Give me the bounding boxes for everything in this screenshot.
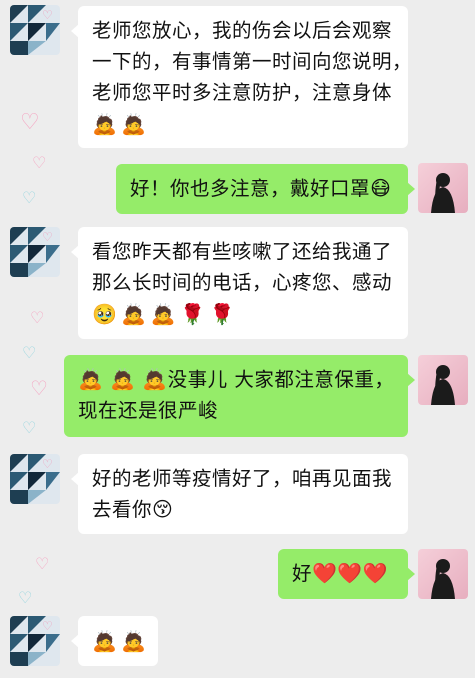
message-bubble-incoming[interactable]: 老师您放心，我的伤会以后会观察 一下的，有事情第一时间向您说明， 老师您平时多注… — [71, 6, 413, 148]
bowing-emoji: 🙇 — [142, 367, 168, 391]
heart-decoration: ♡ — [35, 554, 50, 573]
teacher-avatar[interactable]: ♡ — [10, 5, 60, 55]
heart-decoration: ♡ — [30, 376, 48, 400]
bowing-emoji: 🙇 — [121, 111, 147, 136]
message-text: 那么长时间的电话，心疼您、感动 — [92, 271, 393, 294]
my-avatar[interactable] — [418, 549, 468, 599]
heart-decoration: ♡ — [20, 110, 40, 135]
rose-emoji: 🌹 — [209, 301, 236, 326]
bowing-emoji: 🙇 — [110, 367, 136, 391]
heart-decoration: ♡ — [18, 588, 33, 607]
pleading-face-emoji: 🥹 — [92, 301, 118, 326]
svg-text:♡: ♡ — [42, 619, 53, 633]
teacher-avatar[interactable]: ♡ — [10, 616, 60, 666]
heart-decoration: ♡ — [22, 418, 37, 437]
message-bubble-incoming[interactable]: 看您昨天都有些咳嗽了还给我通了 那么长时间的电话，心疼您、感动 🥹 🙇 🙇 🌹 … — [71, 227, 408, 339]
teacher-avatar[interactable]: ♡ — [10, 454, 60, 504]
teacher-avatar-image: ♡ — [10, 227, 60, 277]
message-line: 好！你也多注意，戴好口罩😷 — [130, 173, 394, 204]
message-bubble-outgoing[interactable]: 好❤️❤️❤️ — [278, 549, 415, 599]
bowing-emoji: 🙇 — [92, 628, 118, 653]
message-text: 一下的，有事情第一时间向您说明， — [92, 50, 413, 73]
heart-decoration: ♡ — [22, 188, 37, 207]
svg-text:♡: ♡ — [42, 230, 53, 244]
message-line: 去看你😚 — [92, 494, 394, 525]
my-avatar[interactable] — [418, 163, 468, 213]
message-text: 看您昨天都有些咳嗽了还给我通了 — [92, 240, 393, 263]
bowing-emoji: 🙇 — [150, 301, 177, 326]
message-text: 现在还是很严峻 — [78, 399, 219, 422]
message-text: 去看你 — [92, 498, 153, 521]
message-line: 🙇 🙇 🙇没事儿 大家都注意保重， — [78, 364, 394, 395]
message-line: 好❤️❤️❤️ — [292, 558, 394, 589]
message-bubble-outgoing[interactable]: 🙇 🙇 🙇没事儿 大家都注意保重， 现在还是很严峻 — [64, 355, 415, 437]
teacher-avatar-image: ♡ — [10, 454, 60, 504]
teacher-avatar-image: ♡ — [10, 616, 60, 666]
heart-decoration: ♡ — [22, 343, 37, 362]
bowing-emoji: 🙇 — [121, 301, 147, 326]
svg-text:♡: ♡ — [42, 457, 53, 471]
message-bubble-incoming[interactable]: 好的老师等疫情好了，咱再见面我 去看你😚 — [71, 454, 408, 534]
svg-text:♡: ♡ — [42, 8, 53, 22]
heart-decoration: ♡ — [32, 153, 47, 172]
bowing-emoji: 🙇 — [92, 111, 118, 136]
message-bubble-incoming[interactable]: 🙇 🙇 — [71, 616, 158, 666]
message-text: 老师您平时多注意防护，注意身体 — [92, 81, 393, 104]
message-text: 好！你也多注意，戴好口罩 — [130, 177, 371, 200]
face-mask-emoji: 😷 — [370, 176, 392, 200]
red-heart-emoji: ❤️ — [337, 561, 363, 585]
bowing-emoji: 🙇 — [78, 367, 104, 391]
red-heart-emoji: ❤️ — [362, 561, 389, 585]
message-bubble-outgoing[interactable]: 好！你也多注意，戴好口罩😷 — [116, 164, 415, 214]
message-text: 没事儿 大家都注意保重， — [167, 368, 395, 391]
bowing-emoji: 🙇 — [121, 628, 147, 653]
rose-emoji: 🌹 — [180, 301, 206, 326]
my-avatar[interactable] — [418, 355, 468, 405]
teacher-avatar[interactable]: ♡ — [10, 227, 60, 277]
message-text: 好的老师等疫情好了，咱再见面我 — [92, 467, 393, 490]
my-avatar-image — [418, 163, 468, 213]
heart-decoration: ♡ — [30, 308, 45, 327]
red-heart-emoji: ❤️ — [312, 561, 338, 585]
my-avatar-image — [418, 549, 468, 599]
message-text: 老师您放心，我的伤会以后会观察 — [92, 19, 393, 42]
teacher-avatar-image: ♡ — [10, 5, 60, 55]
message-text: 好 — [292, 562, 313, 585]
my-avatar-image — [418, 355, 468, 405]
kissing-face-emoji: 😚 — [152, 497, 174, 521]
